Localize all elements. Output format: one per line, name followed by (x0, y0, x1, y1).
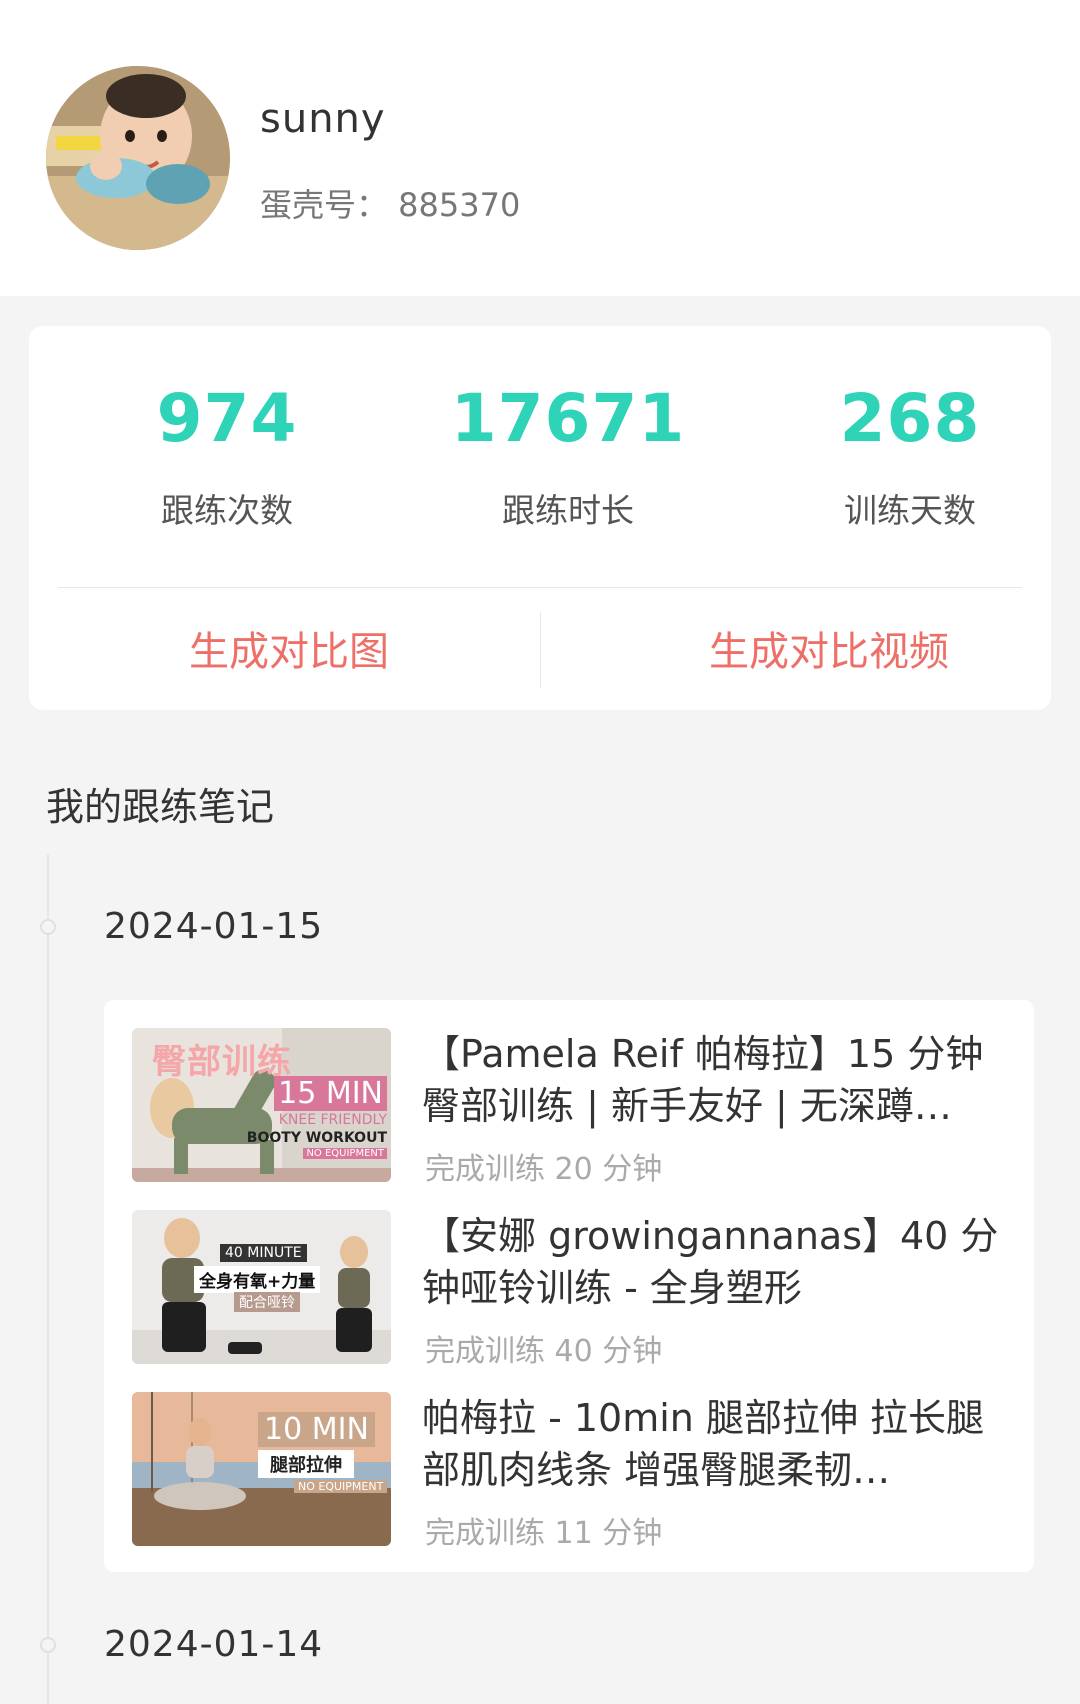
list-item[interactable]: 40 MINUTE 全身有氧+力量 配合哑铃 【安娜 growingannana… (132, 1210, 1012, 1369)
list-item[interactable]: 臀部训练 15 MIN KNEE FRIENDLY BOOTY WORKOUT … (132, 1028, 1012, 1187)
generate-compare-image-button[interactable]: 生成对比图 (149, 622, 429, 682)
timeline-dot-icon (40, 1637, 56, 1653)
timeline-date: 2024-01-15 (104, 906, 324, 947)
stat-training-days[interactable]: 268 训练天数 (760, 386, 1060, 532)
notes-card: 臀部训练 15 MIN KNEE FRIENDLY BOOTY WORKOUT … (104, 1000, 1034, 1572)
thumbnail-caption: NO EQUIPMENT (303, 1148, 387, 1159)
stat-label: 跟练时长 (502, 491, 634, 530)
note-title[interactable]: 【Pamela Reif 帕梅拉】15 分钟 臀部训练 | 新手友好 | 无深蹲… (422, 1028, 1022, 1132)
note-duration: 完成训练 40 分钟 (425, 1334, 663, 1369)
divider (58, 587, 1022, 588)
note-title[interactable]: 【安娜 growingannanas】40 分钟哑铃训练 - 全身塑形 (422, 1210, 1022, 1314)
avatar[interactable] (46, 66, 230, 250)
video-thumbnail[interactable]: 40 MINUTE 全身有氧+力量 配合哑铃 (132, 1210, 391, 1364)
avatar-image (46, 66, 230, 250)
thumbnail-caption: 配合哑铃 (234, 1292, 300, 1312)
thumbnail-caption: KNEE FRIENDLY (278, 1112, 387, 1128)
section-title: 我的跟练笔记 (46, 785, 275, 829)
note-duration: 完成训练 11 分钟 (425, 1516, 663, 1551)
list-item[interactable]: 10 MIN 腿部拉伸 NO EQUIPMENT 帕梅拉 - 10min 腿部拉… (132, 1392, 1012, 1551)
generate-compare-video-button[interactable]: 生成对比视频 (649, 622, 1009, 682)
thumbnail-caption: 40 MINUTE (220, 1244, 307, 1262)
stat-value: 268 (839, 380, 981, 457)
stat-workout-duration[interactable]: 17671 跟练时长 (418, 386, 718, 532)
stat-value: 17671 (450, 380, 686, 457)
video-thumbnail[interactable]: 臀部训练 15 MIN KNEE FRIENDLY BOOTY WORKOUT … (132, 1028, 391, 1182)
note-duration: 完成训练 20 分钟 (425, 1152, 663, 1187)
timeline-date: 2024-01-14 (104, 1624, 324, 1665)
thumbnail-caption: 腿部拉伸 (258, 1450, 354, 1478)
profile-header: sunny 蛋壳号： 885370 (0, 0, 1080, 296)
stat-label: 训练天数 (844, 491, 976, 530)
thumbnail-caption: NO EQUIPMENT (294, 1480, 388, 1493)
stat-label: 跟练次数 (161, 491, 293, 530)
divider (540, 612, 541, 688)
video-thumbnail[interactable]: 10 MIN 腿部拉伸 NO EQUIPMENT (132, 1392, 391, 1546)
thumbnail-caption: 臀部训练 (152, 1042, 292, 1082)
thumbnail-caption: 15 MIN (274, 1076, 387, 1111)
stats-card: 974 跟练次数 17671 跟练时长 268 训练天数 生成对比图 生成对比视… (29, 326, 1051, 710)
username: sunny (260, 96, 386, 142)
timeline-dot-icon (40, 919, 56, 935)
timeline-line (47, 854, 49, 1704)
note-title[interactable]: 帕梅拉 - 10min 腿部拉伸 拉长腿部肌肉线条 增强臀腿柔韧… (422, 1392, 1022, 1496)
user-id: 蛋壳号： 885370 (260, 186, 521, 224)
thumbnail-caption: BOOTY WORKOUT (246, 1130, 387, 1146)
stat-workout-count[interactable]: 974 跟练次数 (77, 386, 377, 532)
stat-value: 974 (156, 380, 298, 457)
thumbnail-caption: 10 MIN (258, 1412, 375, 1447)
thumbnail-caption: 全身有氧+力量 (194, 1266, 321, 1293)
